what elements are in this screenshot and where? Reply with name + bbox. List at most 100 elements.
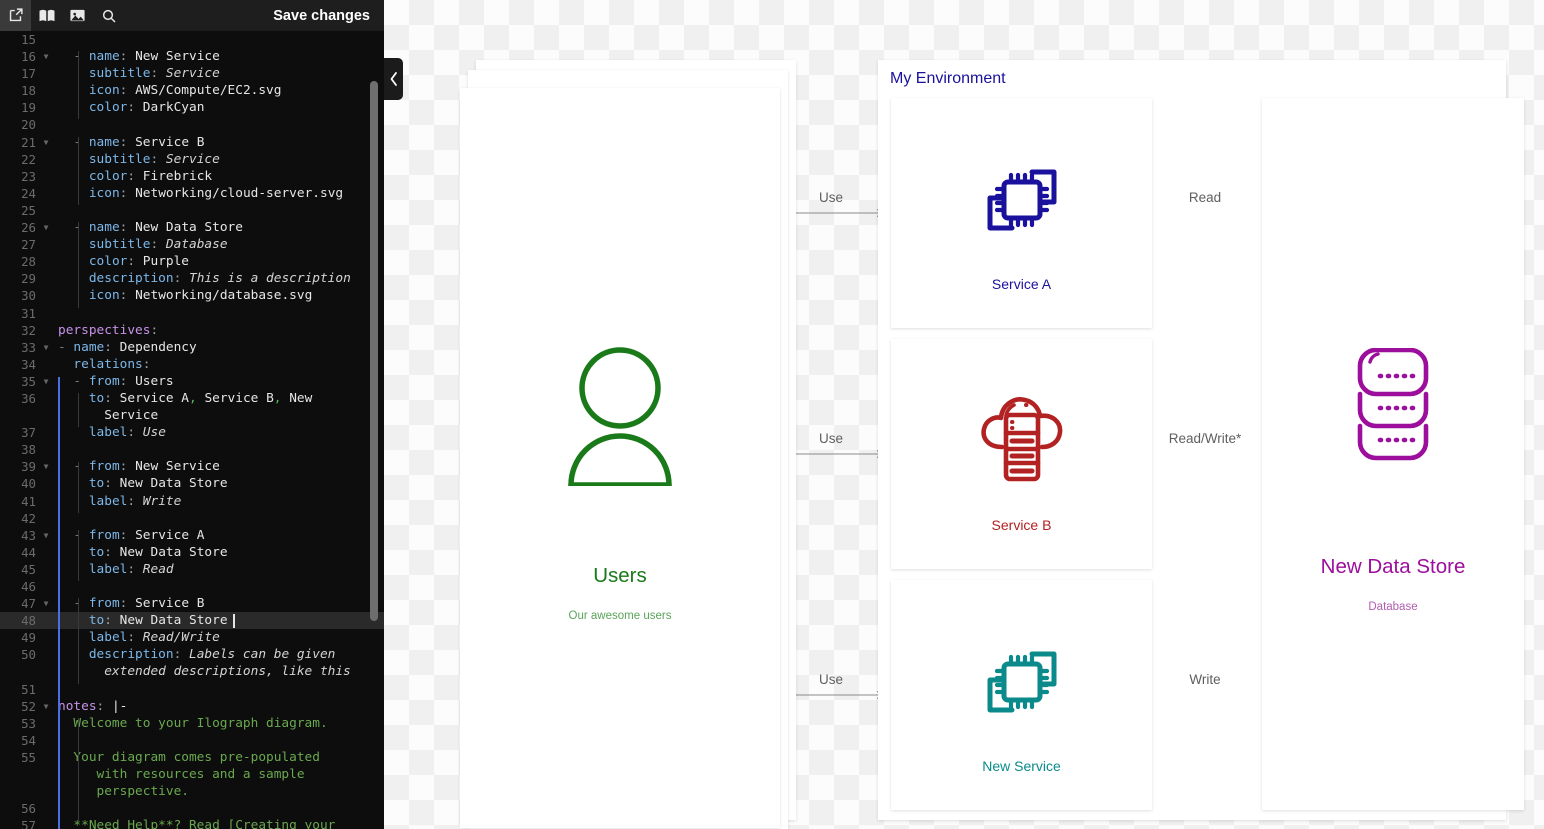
service-a-title: Service A [991,276,1052,292]
line-number: 22 [21,151,36,167]
fold-arrow-icon[interactable]: ▼ [40,134,52,151]
edge-label-read: Read [1188,190,1222,205]
ilograph-app: Save changes 15 16 ▼ - name: New Service 17… [0,0,1544,829]
image-icon[interactable] [62,0,93,31]
new-data-store-subtitle: Database [1368,601,1418,613]
code-line[interactable]: 30 icon: Networking/database.svg [0,287,384,304]
fold-arrow-icon[interactable]: ▼ [40,698,52,715]
code-line[interactable]: 33 ▼ - name: Dependency [0,339,384,356]
line-number: 40 [21,476,36,492]
service-b-card[interactable]: Service B [891,339,1152,569]
users-node-title: Users [593,564,647,587]
edge-label-write: Write [1189,672,1221,687]
code-line-text: - name: Service B [73,134,205,150]
code-line[interactable]: 29 description: This is a description [0,270,384,287]
code-line-text: notes: |- [58,698,128,714]
code-line[interactable]: 31 [0,305,384,322]
external-link-icon[interactable] [0,0,31,31]
line-number: 55 [21,749,36,765]
code-line[interactable]: 20 [0,116,384,133]
new-service-card[interactable]: New Service [891,580,1152,810]
code-line[interactable]: 19 color: DarkCyan [0,99,384,116]
code-line-text: color: Firebrick [88,168,213,184]
fold-arrow-icon[interactable]: ▼ [40,339,52,356]
line-number: 27 [21,237,36,253]
code-text-area[interactable]: 15 16 ▼ - name: New Service 17 subtitle: Se… [0,31,384,829]
code-line-text: to: New Data Store [88,544,228,560]
code-line[interactable]: 16 ▼ - name: New Service [0,48,384,65]
new-data-store-node[interactable]: New Data Store Database [1262,98,1524,810]
fold-arrow-icon[interactable]: ▼ [40,373,52,390]
code-line-text: subtitle: Database [88,237,228,253]
fold-arrow-icon[interactable]: ▼ [40,458,52,475]
search-icon[interactable] [93,0,124,31]
code-line[interactable]: 17 subtitle: Service [0,65,384,82]
edge-label-use-c: Use [818,672,843,687]
code-line[interactable]: 27 subtitle: Database [0,236,384,253]
line-number: 51 [21,681,36,697]
users-node[interactable]: Users Our awesome users [460,88,780,828]
editor-vertical-scrollbar[interactable] [370,81,378,621]
code-line[interactable]: 18 icon: AWS/Compute/EC2.svg [0,82,384,99]
code-line[interactable]: 26 ▼ - name: New Data Store [0,219,384,236]
code-line-text: Service [58,408,159,424]
collapse-panel-chevron-icon[interactable] [384,58,403,100]
edge-label-use-a: Use [818,190,843,205]
line-number [0,663,40,680]
diagram-canvas[interactable]: Users Our awesome users My Environment S… [384,0,1544,829]
code-line[interactable]: 32 perspectives: [0,322,384,339]
code-line[interactable]: 24 icon: Networking/cloud-server.svg [0,185,384,202]
line-number: 18 [21,83,36,99]
code-line[interactable]: 15 [0,31,384,48]
code-line-text: to: New Data Store [88,613,228,629]
line-number: 20 [21,117,36,133]
code-line[interactable]: 22 subtitle: Service [0,151,384,168]
line-number: 17 [21,66,36,82]
fold-arrow-icon[interactable]: ▼ [40,527,52,544]
code-line[interactable]: 23 color: Firebrick [0,168,384,185]
fold-arrow-icon[interactable]: ▼ [40,48,52,65]
indent-guide [78,136,79,205]
edge-label-use-b: Use [818,431,843,446]
code-line[interactable]: 25 [0,202,384,219]
database-icon [1352,347,1434,473]
line-number: 39 [21,459,36,475]
line-number: 45 [21,561,36,577]
line-number [0,407,40,424]
book-icon[interactable] [31,0,62,31]
line-number: 42 [21,510,36,526]
service-a-card[interactable]: Service A [891,98,1152,328]
code-editor-panel: Save changes 15 16 ▼ - name: New Service 17… [0,0,384,829]
code-line-text: - from: New Service [73,459,220,475]
code-line-text: label: Use [88,425,166,441]
save-changes-button[interactable]: Save changes [273,8,370,24]
fold-arrow-icon[interactable]: ▼ [40,219,52,236]
cloud-server-icon [974,391,1070,488]
code-line[interactable]: 28 color: Purple [0,253,384,270]
fold-arrow-icon[interactable]: ▼ [40,595,52,612]
indent-guide [58,377,60,829]
code-line[interactable]: 21 ▼ - name: Service B [0,134,384,151]
code-line-text: label: Write [88,493,182,509]
code-line[interactable]: 34 relations: [0,356,384,373]
